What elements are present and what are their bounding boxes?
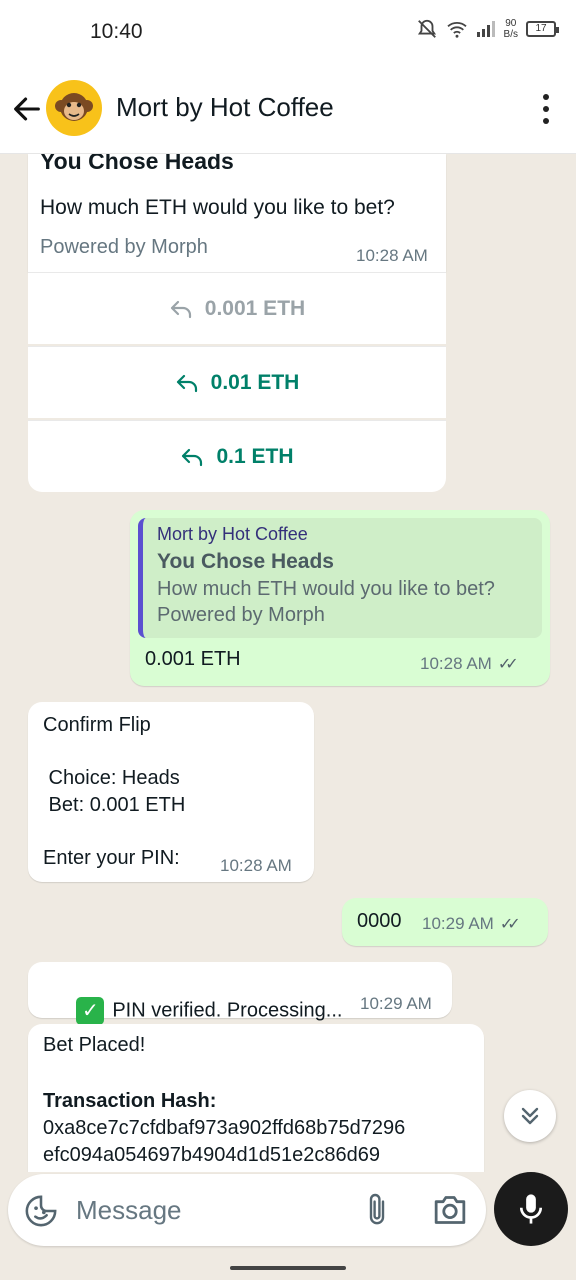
quick-reply-button[interactable]: 0.001 ETH: [28, 272, 446, 344]
outgoing-message[interactable]: Mort by Hot Coffee You Chose Heads How m…: [130, 510, 550, 686]
quick-reply-label: 0.001 ETH: [204, 296, 306, 320]
chat-header: Mort by Hot Coffee: [0, 66, 576, 154]
dot-icon: [543, 106, 549, 112]
sticker-icon: [25, 1195, 57, 1227]
battery-icon: 17: [526, 21, 559, 37]
avatar[interactable]: [46, 80, 102, 136]
interactive-card: You Chose Heads How much ETH would you l…: [28, 154, 446, 272]
message-time: 10:29 AM: [422, 914, 494, 933]
dot-icon: [543, 118, 549, 124]
attach-button[interactable]: [362, 1192, 392, 1228]
arrow-left-icon: [14, 97, 40, 121]
quoted-text: How much ETH would you like to bet?: [157, 578, 495, 600]
check-mark-icon: ✓: [76, 997, 105, 1025]
message-time: 10:28 AM: [220, 856, 292, 875]
quick-reply-button[interactable]: 0.01 ETH: [28, 346, 446, 418]
message-text: 0000: [357, 910, 402, 932]
status-time: 10:40: [90, 20, 143, 43]
emoji-button[interactable]: [24, 1194, 58, 1228]
back-button[interactable]: [10, 92, 44, 126]
message-text: Bet Placed!: [43, 1034, 146, 1056]
incoming-message[interactable]: Bet Placed! Transaction Hash: 0xa8ce7c7c…: [28, 1024, 484, 1172]
hash-label: Transaction Hash:: [43, 1090, 217, 1112]
reply-icon: [176, 374, 197, 392]
wifi-icon: [446, 22, 467, 38]
transaction-hash: 0xa8ce7c7cfdbaf973a902ffd68b75d7296: [43, 1117, 406, 1139]
outgoing-message[interactable]: 0000 10:29 AM ✓✓: [342, 898, 548, 946]
quick-reply-button[interactable]: 0.1 ETH: [28, 420, 446, 492]
card-heading: You Chose Heads: [40, 154, 234, 174]
navigation-handle[interactable]: [230, 1266, 346, 1270]
transaction-hash: efc094a054697b4904d1d51e2c86d69: [43, 1144, 381, 1166]
signal-icon: [476, 21, 495, 37]
chat-area[interactable]: You Chose Heads How much ETH would you l…: [0, 154, 576, 1172]
read-receipt-icon: ✓✓: [497, 656, 519, 673]
monkey-icon: [55, 93, 93, 121]
message-time: 10:29 AM: [360, 994, 432, 1013]
camera-icon: [434, 1196, 466, 1224]
message-input[interactable]: [76, 1192, 336, 1228]
card-footer: Powered by Morph: [40, 236, 208, 258]
message-box: [8, 1174, 486, 1246]
message-text: 0.001 ETH: [145, 648, 241, 670]
chat-title[interactable]: Mort by Hot Coffee: [116, 92, 334, 123]
bell-off-icon: [417, 19, 436, 38]
net-speed: 90 B/s: [503, 18, 518, 40]
message-text: Confirm Flip Choice: Heads Bet: 0.001 ET…: [43, 714, 186, 869]
camera-button[interactable]: [432, 1194, 468, 1226]
microphone-icon: [519, 1194, 543, 1224]
read-receipt-icon: ✓✓: [499, 916, 521, 933]
status-bar: 10:40 90 B/s 17: [0, 0, 576, 66]
voice-message-button[interactable]: [494, 1172, 568, 1246]
incoming-message[interactable]: Confirm Flip Choice: Heads Bet: 0.001 ET…: [28, 702, 314, 882]
paperclip-icon: [369, 1193, 385, 1225]
quick-reply-label: 0.1 ETH: [216, 444, 294, 468]
status-icons: 90 B/s 17: [416, 18, 559, 40]
message-time-row: 10:29 AM ✓✓: [422, 914, 521, 934]
scroll-to-bottom-button[interactable]: [504, 1090, 556, 1142]
message-time: 10:28 AM: [356, 246, 428, 265]
quick-reply-label: 0.01 ETH: [210, 370, 300, 394]
quoted-sender: Mort by Hot Coffee: [157, 524, 308, 544]
reply-icon: [170, 300, 191, 318]
message-time-row: 10:28 AM ✓✓: [420, 654, 519, 674]
card-body: How much ETH would you like to bet?: [40, 196, 395, 219]
quoted-footer: Powered by Morph: [157, 604, 325, 626]
quoted-message[interactable]: Mort by Hot Coffee You Chose Heads How m…: [138, 518, 542, 638]
more-options-button[interactable]: [540, 94, 552, 124]
message-text: PIN verified. Processing...: [112, 999, 343, 1022]
message-time: 10:28 AM: [420, 654, 492, 673]
incoming-message[interactable]: ✓ PIN verified. Processing... 10:29 AM: [28, 962, 452, 1025]
double-chevron-down-icon: [521, 1107, 539, 1125]
reply-icon: [182, 448, 203, 466]
input-bar: [0, 1172, 576, 1252]
quoted-title: You Chose Heads: [157, 550, 334, 573]
dot-icon: [543, 94, 549, 100]
